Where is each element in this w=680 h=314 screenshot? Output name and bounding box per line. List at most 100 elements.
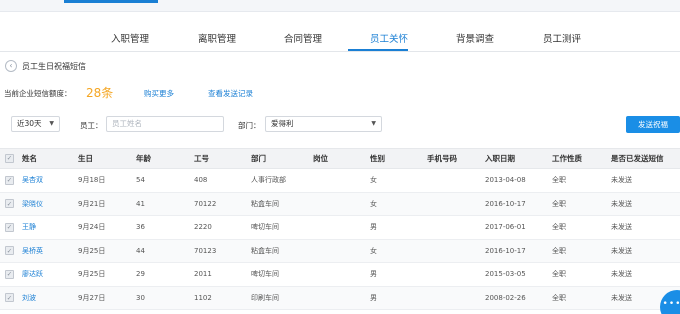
cell-hire-date: 2016-10-17 xyxy=(485,199,526,208)
cell-employee-id: 2011 xyxy=(194,270,212,279)
cell-employment-type: 全职 xyxy=(552,270,566,279)
cell-department: 粘盒车间 xyxy=(251,199,279,208)
department-select[interactable]: 爱得利 ▼ xyxy=(265,116,382,132)
page-title: 员工生日祝福短信 xyxy=(22,62,86,71)
column-header-gender: 性别 xyxy=(370,154,385,163)
cell-employee-id: 408 xyxy=(194,176,208,185)
module-tab-bar: 入职管理 离职管理 合同管理 员工关怀 背景调查 员工测评 xyxy=(0,24,680,52)
cell-department: 粘盒车间 xyxy=(251,246,279,255)
tab-offboarding[interactable]: 离职管理 xyxy=(198,31,236,45)
column-header-hire-date: 入职日期 xyxy=(485,154,515,163)
cell-birthday: 9月27日 xyxy=(78,293,106,302)
cell-birthday: 9月24日 xyxy=(78,223,106,232)
employee-name-link[interactable]: 王静 xyxy=(22,216,36,239)
cell-department: 人事行政部 xyxy=(251,176,286,185)
view-send-records-link[interactable]: 查看发送记录 xyxy=(208,88,253,99)
row-checkbox[interactable]: ✓ xyxy=(5,246,14,256)
table-header-row: ✓ 姓名 生日 年龄 工号 部门 岗位 性别 手机号码 入职日期 工作性质 是否… xyxy=(0,148,680,169)
cell-hire-date: 2016-10-17 xyxy=(485,246,526,255)
send-greeting-button[interactable]: 发送祝福 xyxy=(626,116,680,133)
cell-sms-status: 未发送 xyxy=(611,176,632,185)
top-header-strip xyxy=(0,0,680,12)
cell-department: 印刷车间 xyxy=(251,293,279,302)
cell-sms-status: 未发送 xyxy=(611,270,632,279)
caret-down-icon: ▼ xyxy=(371,120,376,127)
table-row: ✓ 梁晓仪 9月21日 41 70122 粘盒车间 女 2016-10-17 全职 未发送 xyxy=(0,192,680,216)
department-select-value: 爱得利 xyxy=(271,119,294,128)
cell-hire-date: 2015-03-05 xyxy=(485,270,526,279)
column-header-age: 年龄 xyxy=(136,154,151,163)
period-select-value: 近30天 xyxy=(17,119,42,128)
cell-sms-status: 未发送 xyxy=(611,199,632,208)
cell-age: 54 xyxy=(136,176,145,185)
caret-down-icon: ▼ xyxy=(49,120,54,127)
cell-gender: 男 xyxy=(370,270,377,279)
column-header-employment-type: 工作性质 xyxy=(552,154,582,163)
employee-name-link[interactable]: 梁晓仪 xyxy=(22,193,43,216)
table-row: ✓ 吴桥英 9月25日 44 70123 粘盒车间 女 2016-10-17 全职 未发送 xyxy=(0,239,680,263)
tab-employee-assessment[interactable]: 员工测评 xyxy=(543,31,581,45)
cell-hire-date: 2017-06-01 xyxy=(485,223,526,232)
employee-name-link[interactable]: 刘波 xyxy=(22,287,36,310)
column-header-phone: 手机号码 xyxy=(427,154,457,163)
column-header-department: 部门 xyxy=(251,154,266,163)
sms-quota-label: 当前企业短信额度： xyxy=(4,89,72,98)
cell-sms-status: 未发送 xyxy=(611,293,632,302)
cell-employee-id: 2220 xyxy=(194,223,212,232)
table-row: ✓ 吴杏双 9月18日 54 408 人事行政部 女 2013-04-08 全职 未发送 xyxy=(0,169,680,193)
employee-name-link[interactable]: 吴杏双 xyxy=(22,169,43,192)
cell-age: 36 xyxy=(136,223,145,232)
select-all-checkbox[interactable]: ✓ xyxy=(5,154,14,163)
cell-employment-type: 全职 xyxy=(552,176,566,185)
cell-sms-status: 未发送 xyxy=(611,223,632,232)
cell-age: 44 xyxy=(136,246,145,255)
row-checkbox[interactable]: ✓ xyxy=(5,199,14,209)
row-checkbox[interactable]: ✓ xyxy=(5,222,14,232)
cell-hire-date: 2008-02-26 xyxy=(485,293,526,302)
cell-sms-status: 未发送 xyxy=(611,246,632,255)
column-header-name: 姓名 xyxy=(22,154,37,163)
cell-employment-type: 全职 xyxy=(552,293,566,302)
header-accent-bar xyxy=(64,0,158,3)
cell-employee-id: 70122 xyxy=(194,199,217,208)
row-checkbox[interactable]: ✓ xyxy=(5,269,14,279)
employee-filter-label: 员工： xyxy=(80,121,103,130)
cell-birthday: 9月25日 xyxy=(78,270,106,279)
cell-gender: 女 xyxy=(370,246,377,255)
table-body: ✓ 吴杏双 9月18日 54 408 人事行政部女 2013-04-08 全职 未发送 ✓ 梁晓仪 9… xyxy=(0,169,680,310)
cell-employee-id: 70123 xyxy=(194,246,217,255)
row-checkbox[interactable]: ✓ xyxy=(5,175,14,185)
birthday-employee-table: ✓ 姓名 生日 年龄 工号 部门 岗位 性别 手机号码 入职日期 工作性质 是否… xyxy=(0,148,680,310)
tab-background-check[interactable]: 背景调查 xyxy=(456,31,494,45)
tab-onboarding[interactable]: 入职管理 xyxy=(111,31,149,45)
cell-department: 啤切车间 xyxy=(251,223,279,232)
tab-employee-care[interactable]: 员工关怀 xyxy=(370,31,408,45)
cell-employment-type: 全职 xyxy=(552,246,566,255)
buy-more-link[interactable]: 购买更多 xyxy=(144,88,174,99)
cell-birthday: 9月25日 xyxy=(78,246,106,255)
cell-age: 41 xyxy=(136,199,145,208)
employee-name-input[interactable]: 员工姓名 xyxy=(106,116,224,132)
column-header-position: 岗位 xyxy=(313,154,328,163)
tab-contracts[interactable]: 合同管理 xyxy=(284,31,322,45)
employee-name-link[interactable]: 廖达跃 xyxy=(22,263,43,286)
cell-age: 29 xyxy=(136,270,145,279)
cell-birthday: 9月21日 xyxy=(78,199,106,208)
cell-age: 30 xyxy=(136,293,145,302)
cell-department: 啤切车间 xyxy=(251,270,279,279)
period-select[interactable]: 近30天 ▼ xyxy=(11,116,60,132)
row-checkbox[interactable]: ✓ xyxy=(5,293,14,303)
cell-gender: 女 xyxy=(370,176,377,185)
cell-employment-type: 全职 xyxy=(552,223,566,232)
active-tab-indicator xyxy=(348,49,408,51)
chevron-left-icon[interactable]: ‹ xyxy=(5,60,17,72)
department-filter-label: 部门： xyxy=(238,121,261,130)
column-header-employee-id: 工号 xyxy=(194,154,209,163)
column-header-birthday: 生日 xyxy=(78,154,93,163)
cell-gender: 男 xyxy=(370,223,377,232)
cell-birthday: 9月18日 xyxy=(78,176,106,185)
employee-name-link[interactable]: 吴桥英 xyxy=(22,240,43,263)
cell-employee-id: 1102 xyxy=(194,293,212,302)
cell-gender: 男 xyxy=(370,293,377,302)
cell-employment-type: 全职 xyxy=(552,199,566,208)
